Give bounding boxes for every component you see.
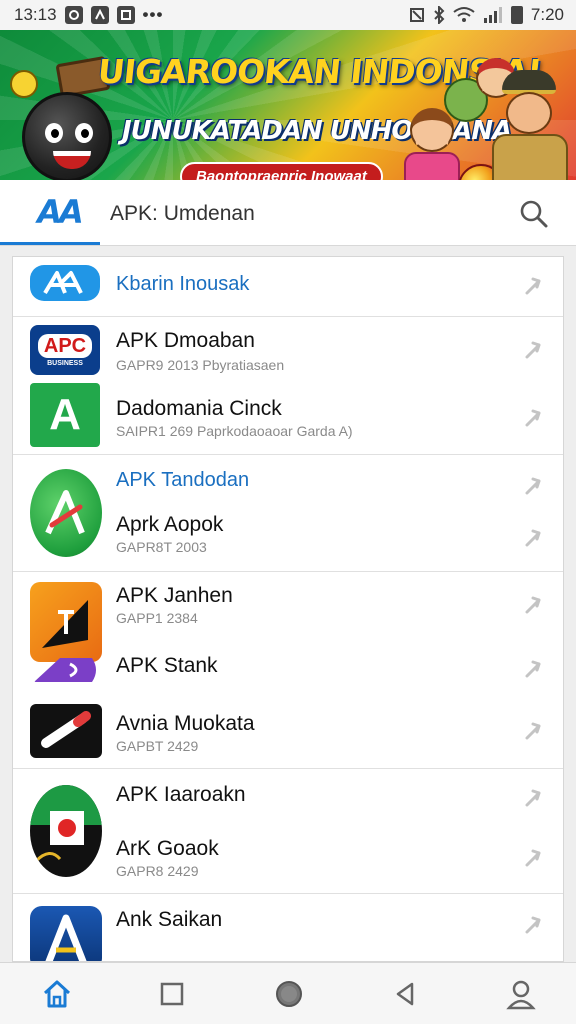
- app-icon: [30, 265, 100, 301]
- square-icon[interactable]: [155, 977, 189, 1011]
- chevron-right-icon: [525, 529, 541, 547]
- gallery-icon: [64, 6, 83, 24]
- list-item[interactable]: Avnia Muokata GAPBT 2429: [13, 694, 563, 768]
- apc-logo-text: APC: [37, 333, 93, 358]
- header-bar: AA APK: Umdenan: [0, 180, 576, 246]
- list-item-subtitle: GAPP1 2384: [116, 610, 198, 626]
- list-item-title: APK Iaaroakn: [116, 783, 246, 806]
- police-uniform: [492, 134, 568, 180]
- chevron-right-icon: [525, 277, 541, 295]
- chevron-right-icon: [525, 409, 541, 427]
- chevron-right-icon: [525, 596, 541, 614]
- banner-tag: Baontopraenric Inowaat: [180, 162, 383, 180]
- list-item[interactable]: APC BUSINESS APK Dmoaban GAPR9 2013 Pbyr…: [13, 317, 563, 381]
- chevron-right-icon: [525, 341, 541, 359]
- app-icon: [30, 654, 102, 684]
- list-item-title: Aprk Aopok: [116, 513, 224, 536]
- list-item-title: ArK Goaok: [116, 837, 219, 860]
- list-item-title: APK Janhen: [116, 584, 233, 607]
- app-icon: [30, 906, 102, 961]
- list-item-title: Kbarin Inousak: [116, 273, 250, 295]
- tab-indicator: [0, 242, 100, 245]
- status-right: 7:20: [409, 5, 564, 25]
- chevron-right-icon: [525, 789, 541, 807]
- app-list: Kbarin Inousak APC BUSINESS APK Dmoaban …: [12, 256, 564, 962]
- status-bar: 13:13 ••• 7:20: [0, 0, 576, 30]
- status-time-right: 7:20: [530, 5, 564, 24]
- list-item-title: Dadomania Cinck: [116, 397, 282, 420]
- back-icon[interactable]: [388, 977, 422, 1011]
- chevron-right-icon: [525, 849, 541, 867]
- status-left: 13:13 •••: [14, 5, 163, 25]
- list-item-group[interactable]: APK Tandodan Aprk Aopok GAPR8T 2003: [13, 455, 563, 571]
- wifi-icon: [453, 7, 475, 22]
- banner-mascot-icon: [22, 92, 112, 180]
- search-icon[interactable]: [518, 198, 550, 230]
- notification-icon: [90, 6, 109, 24]
- signal-icon: [483, 7, 502, 23]
- app-icon: [30, 704, 102, 758]
- mascot-eye-right: [75, 123, 93, 143]
- list-item-subtitle: SAIPR1 269 Paprkodaoaoar Garda A): [116, 423, 353, 439]
- profile-icon[interactable]: [504, 977, 538, 1011]
- list-item-title: Ank Saikan: [116, 908, 223, 931]
- list-item[interactable]: APK Stank: [13, 640, 563, 694]
- app-icon: APC BUSINESS: [30, 325, 100, 375]
- bottom-nav: [0, 962, 576, 1024]
- chevron-right-icon: [525, 477, 541, 495]
- app-icon: [30, 469, 102, 557]
- apc-logo-subtext: BUSINESS: [47, 359, 83, 367]
- kid-body: [404, 152, 460, 180]
- list-item-subtitle: GAPBT 2429: [116, 738, 199, 754]
- status-time-left: 13:13: [14, 5, 57, 24]
- mascot-eye-left: [45, 123, 63, 143]
- app-icon: [30, 785, 102, 877]
- banner-kid-icon: [404, 108, 460, 180]
- battery-icon: [510, 6, 523, 24]
- promo-banner[interactable]: UIGAROOKAN INDONSIA! JUNUKATADAN UNHONRA…: [0, 30, 576, 180]
- chevron-right-icon: [525, 916, 541, 934]
- chevron-right-icon: [525, 660, 541, 678]
- shield-icon: [116, 6, 135, 24]
- list-item[interactable]: Kbarin Inousak: [13, 257, 563, 315]
- list-item-subtitle: GAPR8 2429: [116, 863, 199, 879]
- list-item[interactable]: A Dadomania Cinck SAIPR1 269 Paprkodaoao…: [13, 381, 563, 453]
- list-item[interactable]: APK Janhen GAPP1 2384: [13, 572, 563, 662]
- list-item-subtitle: GAPR9 2013 Pbyratiasaen: [116, 357, 285, 373]
- circle-icon[interactable]: [272, 977, 306, 1011]
- nfc-icon: [409, 8, 424, 22]
- list-item[interactable]: Ank Saikan: [13, 894, 563, 961]
- header-title: APK: Umdenan: [110, 202, 255, 225]
- app-icon: A: [30, 383, 100, 447]
- home-icon[interactable]: [40, 977, 74, 1011]
- police-face: [506, 92, 552, 134]
- list-item-group[interactable]: APK Iaaroakn ArK Goaok GAPR8 2429: [13, 769, 563, 893]
- list-item-title: APK Dmoaban: [116, 329, 255, 352]
- chevron-right-icon: [525, 722, 541, 740]
- bluetooth-icon: [434, 6, 445, 24]
- kid-head: [410, 108, 454, 152]
- app-logo-icon[interactable]: AA: [30, 193, 88, 231]
- mascot-mouth: [53, 151, 91, 169]
- police-cap: [502, 70, 556, 94]
- list-item-title: APK Stank: [116, 654, 218, 677]
- list-item-title: Avnia Muokata: [116, 712, 255, 735]
- banner-police-icon: [490, 70, 570, 180]
- list-item-title: APK Tandodan: [116, 469, 250, 491]
- list-item-subtitle: GAPR8T 2003: [116, 539, 207, 555]
- banner-coin-icon: [10, 70, 38, 98]
- more-notifications-icon: •••: [142, 5, 164, 24]
